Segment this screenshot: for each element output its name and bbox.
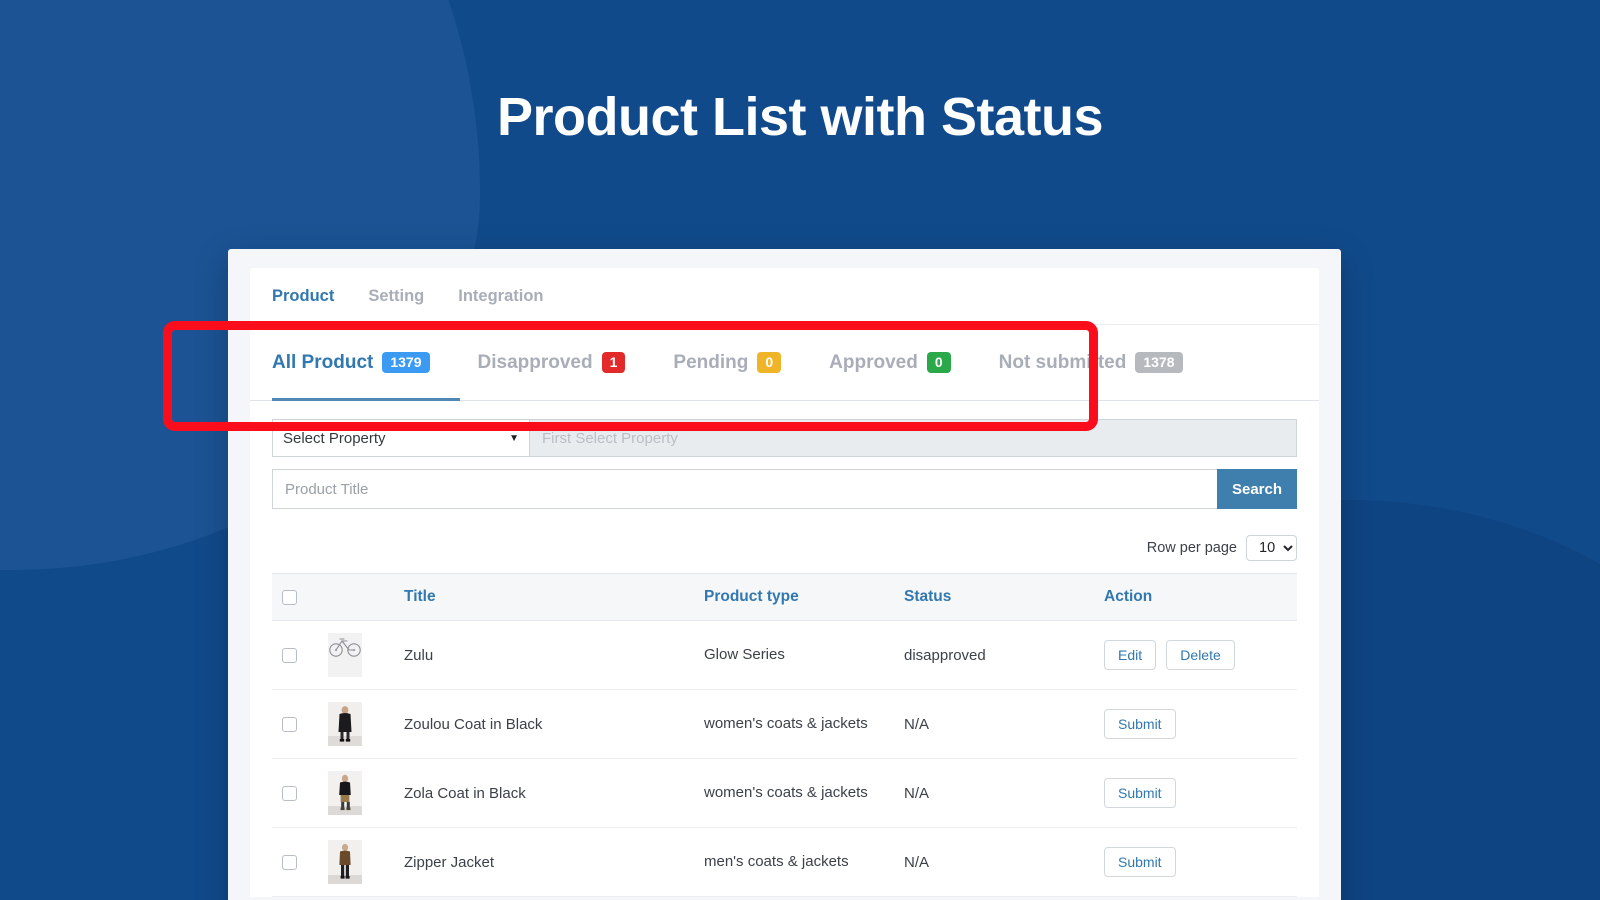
app-card: Product Setting Integration All Product … xyxy=(228,249,1341,900)
row-title: Zulu xyxy=(394,621,694,690)
row-select-cell xyxy=(272,828,318,897)
column-header-select xyxy=(272,574,318,621)
row-thumbnail-cell xyxy=(318,828,394,897)
row-actions: Submit xyxy=(1094,759,1297,828)
column-header-status[interactable]: Status xyxy=(894,574,1094,621)
edit-button[interactable]: Edit xyxy=(1104,640,1156,670)
search-row: Search xyxy=(272,469,1297,509)
app-tab-bar: Product Setting Integration xyxy=(250,268,1319,325)
column-header-action: Action xyxy=(1094,574,1297,621)
status-tab-approved[interactable]: Approved 0 xyxy=(829,325,950,400)
row-thumbnail-cell xyxy=(318,690,394,759)
tab-integration[interactable]: Integration xyxy=(458,281,543,312)
status-tab-not-submitted[interactable]: Not submitted 1378 xyxy=(999,325,1183,400)
delete-button[interactable]: Delete xyxy=(1166,640,1234,670)
filter-row: Select Property ▼ First Select Property xyxy=(272,419,1297,457)
submit-button[interactable]: Submit xyxy=(1104,709,1176,739)
row-thumbnail-cell xyxy=(318,621,394,690)
chevron-down-icon: ▼ xyxy=(509,433,519,444)
row-actions: Submit xyxy=(1094,690,1297,759)
row-per-page-control: Row per page 10 xyxy=(250,531,1319,573)
row-product-type: women's coats & jackets xyxy=(694,759,894,828)
row-status: N/A xyxy=(894,690,1094,759)
table-row: Zola Coat in Black women's coats & jacke… xyxy=(272,759,1297,828)
status-tab-disapproved-badge: 1 xyxy=(602,352,626,373)
row-checkbox[interactable] xyxy=(282,717,297,732)
row-title: Zola Coat in Black xyxy=(394,759,694,828)
row-select-cell xyxy=(272,690,318,759)
row-title: Zipper Jacket xyxy=(394,828,694,897)
tab-setting[interactable]: Setting xyxy=(368,281,424,312)
row-status: N/A xyxy=(894,828,1094,897)
status-tab-disapproved[interactable]: Disapproved 1 xyxy=(478,325,626,400)
column-header-product-type[interactable]: Product type xyxy=(694,574,894,621)
products-table-head: Title Product type Status Action xyxy=(272,574,1297,621)
status-tab-all-product-label: All Product xyxy=(272,352,373,374)
table-row: Zipper Jacket men's coats & jackets N/A … xyxy=(272,828,1297,897)
row-per-page-select[interactable]: 10 xyxy=(1246,535,1297,561)
row-status: disapproved xyxy=(894,621,1094,690)
search-panel: Select Property ▼ First Select Property … xyxy=(250,401,1319,531)
row-title: Zoulou Coat in Black xyxy=(394,690,694,759)
search-button[interactable]: Search xyxy=(1217,469,1297,509)
row-select-cell xyxy=(272,621,318,690)
tab-product[interactable]: Product xyxy=(272,281,334,312)
table-row: Zulu Glow Series disapproved Edit Delete xyxy=(272,621,1297,690)
search-input[interactable] xyxy=(272,469,1217,509)
products-table-wrapper: Title Product type Status Action xyxy=(250,573,1319,897)
status-tab-all-product-badge: 1379 xyxy=(382,352,429,373)
select-property-value: Select Property xyxy=(283,430,386,447)
column-header-thumbnail xyxy=(318,574,394,621)
status-tab-bar: All Product 1379 Disapproved 1 Pending 0… xyxy=(250,325,1319,401)
row-product-type: Glow Series xyxy=(694,621,894,690)
product-thumbnail-image xyxy=(328,702,362,746)
select-all-checkbox[interactable] xyxy=(282,590,297,605)
row-checkbox[interactable] xyxy=(282,855,297,870)
status-tab-disapproved-label: Disapproved xyxy=(478,352,593,374)
table-row: Zoulou Coat in Black women's coats & jac… xyxy=(272,690,1297,759)
row-status: N/A xyxy=(894,759,1094,828)
status-tab-not-submitted-label: Not submitted xyxy=(999,352,1127,374)
row-thumbnail-cell xyxy=(318,759,394,828)
row-actions: Submit xyxy=(1094,828,1297,897)
table-header-row: Title Product type Status Action xyxy=(272,574,1297,621)
select-property-dropdown[interactable]: Select Property ▼ xyxy=(272,419,530,457)
row-select-cell xyxy=(272,759,318,828)
page-title: Product List with Status xyxy=(0,86,1600,148)
row-checkbox[interactable] xyxy=(282,648,297,663)
row-product-type: men's coats & jackets xyxy=(694,828,894,897)
status-tab-pending[interactable]: Pending 0 xyxy=(673,325,781,400)
row-per-page-label: Row per page xyxy=(1147,540,1237,556)
column-header-title[interactable]: Title xyxy=(394,574,694,621)
row-product-type: women's coats & jackets xyxy=(694,690,894,759)
bicycle-icon xyxy=(328,633,362,677)
row-checkbox[interactable] xyxy=(282,786,297,801)
property-value-placeholder: First Select Property xyxy=(542,430,678,447)
status-tab-not-submitted-badge: 1378 xyxy=(1135,352,1182,373)
row-actions: Edit Delete xyxy=(1094,621,1297,690)
status-tab-approved-badge: 0 xyxy=(927,352,951,373)
product-thumbnail-image xyxy=(328,771,362,815)
products-table: Title Product type Status Action xyxy=(272,573,1297,897)
product-thumbnail-image xyxy=(328,840,362,884)
status-tab-pending-label: Pending xyxy=(673,352,748,374)
status-tab-approved-label: Approved xyxy=(829,352,918,374)
products-table-body: Zulu Glow Series disapproved Edit Delete xyxy=(272,621,1297,897)
submit-button[interactable]: Submit xyxy=(1104,778,1176,808)
status-tab-all-product[interactable]: All Product 1379 xyxy=(272,325,430,400)
status-tab-pending-badge: 0 xyxy=(757,352,781,373)
property-value-field[interactable]: First Select Property xyxy=(530,419,1297,457)
submit-button[interactable]: Submit xyxy=(1104,847,1176,877)
